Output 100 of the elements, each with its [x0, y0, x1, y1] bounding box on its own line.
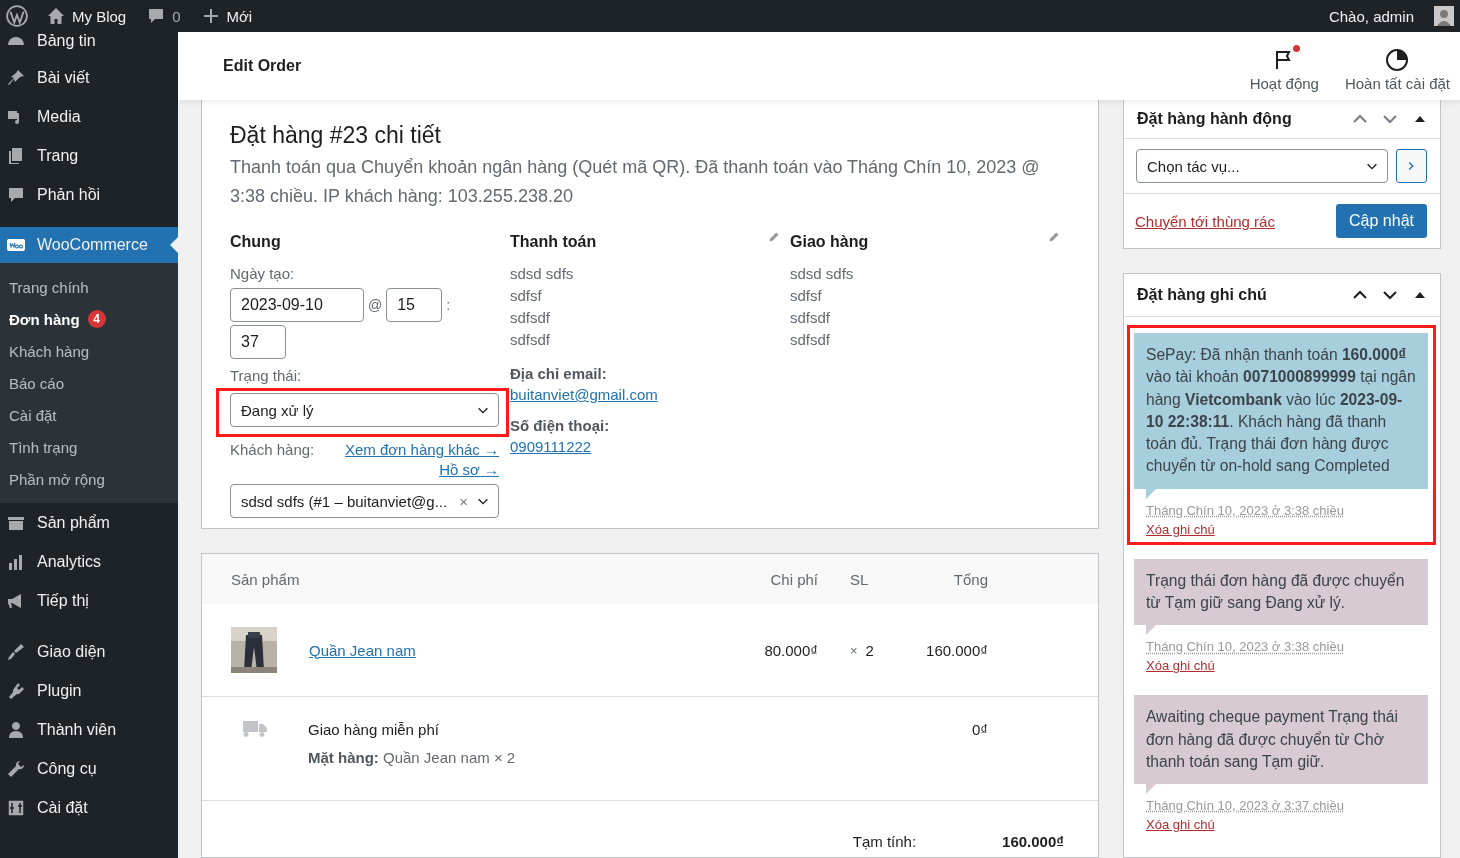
submenu-item[interactable]: Đơn hàng 4: [0, 303, 178, 335]
menu-item[interactable]: Media: [0, 97, 178, 136]
note-meta: Tháng Chín 10, 2023 ở 3:38 chiều Xóa ghi chú: [1145, 638, 1345, 676]
customer-select[interactable]: sdsd sdfs (#1 – buitanviet@g... ×: [230, 484, 499, 518]
address-line: sdfsf: [510, 286, 543, 306]
menu-item[interactable]: Công cụ: [0, 749, 178, 788]
menu-item[interactable]: Trang: [0, 136, 178, 175]
address-line: sdfsdf: [510, 308, 552, 328]
new-link[interactable]: Mới: [200, 6, 253, 26]
menu-item[interactable]: Analytics: [0, 542, 178, 581]
note-meta: Tháng Chín 10, 2023 ở 3:38 chiều Xóa ghi chú: [1145, 501, 1345, 539]
field-label: Ngày tạo:: [230, 265, 295, 282]
menu-item[interactable]: Giao diện: [0, 632, 178, 671]
order-description: Thanh toán qua Chuyển khoản ngân hàng (Quét mã QR). Đã thanh toán vào Tháng Chín 10, 2023 @ 3:38 chiều. IP khách hàng: 103.255.238.20: [230, 156, 1041, 208]
panel-title: Đặt hàng hành động: [1137, 110, 1293, 128]
section-heading: Giao hàng: [790, 233, 869, 251]
at-sign: @: [368, 297, 383, 313]
address-line: sdfsdf: [510, 330, 552, 350]
count-badge: 4: [87, 310, 106, 328]
delete-note-link[interactable]: Xóa ghi chú: [1146, 521, 1215, 537]
field-label: Số điện thoại:: [510, 417, 610, 434]
page-title: Edit Order: [223, 57, 302, 75]
address-line: sdsd sdfs: [790, 264, 854, 284]
minute-field[interactable]: 37: [230, 325, 286, 359]
trash-link[interactable]: Chuyển tới thùng rác: [1135, 212, 1275, 230]
update-button[interactable]: Cập nhật: [1336, 204, 1427, 238]
submenu-item[interactable]: Trang chính: [0, 271, 178, 303]
avatar-icon[interactable]: [1434, 6, 1454, 26]
header-action[interactable]: Hoạt động: [1249, 40, 1319, 92]
submenu-item[interactable]: Phần mở rộng: [0, 463, 178, 495]
hour-field[interactable]: 15: [386, 288, 443, 322]
email-link[interactable]: buitanviet@gmail.com: [510, 386, 658, 403]
section-heading: Chung: [230, 233, 281, 251]
pencil-icon[interactable]: [1048, 231, 1060, 243]
account-link[interactable]: Chào, admin: [1328, 7, 1414, 25]
table-cell-text: 0₫: [970, 720, 988, 738]
shipping-method: Giao hàng miễn phí: [308, 721, 440, 738]
truck-icon: [243, 719, 267, 737]
status-select[interactable]: Đang xử lý: [230, 393, 499, 427]
note-bubble: SePay: Đã nhận thanh toán 160.000₫ vào tài khoản 0071000899999 tại ngân hàng Vietcombank vào lúc 2023-09-10 22:38:11. Khách hàng đã thanh toán đủ. Trạng thái đơn hàng được chuyển từ on-hold sang Completed: [1134, 333, 1428, 489]
bubble-tail: [1146, 784, 1156, 795]
submenu-item[interactable]: Khách hàng: [0, 335, 178, 367]
apply-button[interactable]: [1395, 149, 1427, 183]
clear-icon[interactable]: ×: [459, 492, 468, 510]
field-label: Khách hàng:: [230, 441, 315, 458]
submenu-item[interactable]: Báo cáo: [0, 367, 178, 399]
note-bubble: Awaiting cheque payment Trạng thái đơn hàng đã được chuyển từ Chờ thanh toán sang Tạm giữ.: [1134, 695, 1428, 785]
column-header: Sản phẩm: [231, 570, 301, 588]
menu-item[interactable]: Cài đặt: [0, 788, 178, 827]
action-select[interactable]: Chọn tác vụ...: [1136, 149, 1388, 183]
pencil-icon[interactable]: [768, 231, 780, 243]
menu-icon: [6, 797, 26, 818]
product-link[interactable]: Quần Jean nam: [309, 641, 416, 659]
progress-icon: [1385, 48, 1410, 72]
home-icon: [46, 6, 66, 26]
column-header: SL: [849, 570, 870, 588]
wordpress-logo-icon[interactable]: [6, 5, 28, 27]
menu-item[interactable]: Thành viên: [0, 710, 178, 749]
total-value: 160.000₫: [1002, 833, 1064, 850]
comments-link[interactable]: 0: [146, 6, 181, 26]
other-orders-link[interactable]: Xem đơn hàng khác →: [344, 441, 499, 458]
field-label: Địa chỉ email:: [510, 365, 607, 382]
delete-note-link[interactable]: Xóa ghi chú: [1146, 817, 1215, 833]
profile-link[interactable]: Hồ sơ →: [439, 461, 499, 478]
submenu-item[interactable]: Tình trạng: [0, 431, 178, 463]
menu-icon: [6, 680, 26, 701]
site-link[interactable]: My Blog: [46, 6, 127, 26]
phone-link[interactable]: 0909111222: [510, 438, 592, 455]
menu-item[interactable]: Phản hồi: [0, 175, 178, 214]
menu-icon: [6, 641, 26, 662]
column-header: Chi phí: [769, 570, 818, 588]
menu-item[interactable]: Bài viết: [0, 58, 178, 97]
header-action[interactable]: Hoàn tất cài đặt: [1344, 40, 1450, 92]
time-colon: :: [446, 297, 451, 313]
bubble-tail: [1146, 625, 1156, 636]
total-label: Tạm tính:: [852, 833, 917, 850]
item-meta: Mặt hàng: Quần Jean nam × 2: [308, 749, 516, 766]
delete-note-link[interactable]: Xóa ghi chú: [1146, 658, 1215, 674]
menu-icon: [6, 758, 26, 779]
order-title: Đặt hàng #23 chi tiết: [230, 122, 442, 149]
times-sign: ×: [850, 642, 858, 658]
menu-item[interactable]: Bảng tin: [0, 32, 178, 58]
table-cell-text: 160.000₫: [925, 641, 988, 659]
address-line: sdfsf: [790, 286, 823, 306]
submenu-item[interactable]: Cài đặt: [0, 399, 178, 431]
address-line: sdsd sdfs: [510, 264, 574, 284]
menu-item[interactable]: Plugin: [0, 671, 178, 710]
section-heading: Thanh toán: [510, 233, 597, 251]
menu-item[interactable]: WooCommerce: [0, 227, 178, 263]
column-header: Tổng: [952, 570, 988, 588]
table-cell-text: 80.000₫: [763, 641, 818, 659]
menu-icon: [6, 719, 26, 740]
address-line: sdfsdf: [790, 330, 832, 350]
address-line: sdfsdf: [790, 308, 832, 328]
menu-item[interactable]: Sản phẩm: [0, 503, 178, 542]
table-cell: 2: [865, 641, 874, 659]
field-label: Trạng thái:: [230, 367, 302, 384]
menu-item[interactable]: Tiếp thị: [0, 581, 178, 620]
date-field[interactable]: 2023-09-10: [230, 288, 364, 322]
note-meta: Tháng Chín 10, 2023 ở 3:37 chiều Xóa ghi chú: [1145, 797, 1345, 835]
